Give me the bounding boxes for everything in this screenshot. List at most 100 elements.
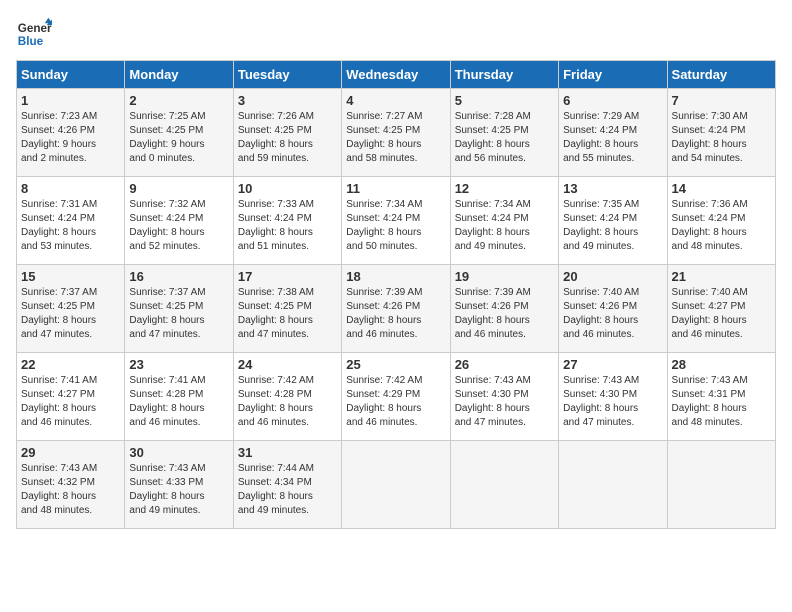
day-number: 3	[238, 93, 337, 108]
day-info: Sunrise: 7:44 AMSunset: 4:34 PMDaylight:…	[238, 462, 337, 518]
header-day-sunday: Sunday	[17, 61, 125, 89]
calendar-cell: 29 Sunrise: 7:43 AMSunset: 4:32 PMDayligh…	[17, 441, 125, 529]
day-info: Sunrise: 7:43 AMSunset: 4:30 PMDaylight:…	[455, 374, 554, 430]
header-day-wednesday: Wednesday	[342, 61, 450, 89]
day-info: Sunrise: 7:40 AMSunset: 4:27 PMDaylight:…	[672, 286, 771, 342]
header-day-friday: Friday	[559, 61, 667, 89]
calendar-cell: 10Sunrise: 7:33 AMSunset: 4:24 PMDayligh…	[233, 177, 341, 265]
day-info: Sunrise: 7:43 AMSunset: 4:32 PMDaylight:…	[21, 462, 120, 518]
day-info: Sunrise: 7:37 AMSunset: 4:25 PMDaylight:…	[129, 286, 228, 342]
calendar-cell: 14Sunrise: 7:36 AMSunset: 4:24 PMDayligh…	[667, 177, 775, 265]
day-number: 4	[346, 93, 445, 108]
calendar-cell: 30Sunrise: 7:43 AMSunset: 4:33 PMDayligh…	[125, 441, 233, 529]
calendar-cell: 4 Sunrise: 7:27 AMSunset: 4:25 PMDaylight…	[342, 89, 450, 177]
calendar-cell: 6 Sunrise: 7:29 AMSunset: 4:24 PMDaylight…	[559, 89, 667, 177]
day-info: Sunrise: 7:27 AMSunset: 4:25 PMDaylight:…	[346, 110, 445, 166]
calendar-header-row: SundayMondayTuesdayWednesdayThursdayFrid…	[17, 61, 776, 89]
calendar-cell: 12 Sunrise: 7:34 AMSunset: 4:24 PMDayligh…	[450, 177, 558, 265]
calendar-cell: 15 Sunrise: 7:37 AMSunset: 4:25 PMDayligh…	[17, 265, 125, 353]
calendar-cell: 27Sunrise: 7:43 AMSunset: 4:30 PMDayligh…	[559, 353, 667, 441]
day-number: 8	[21, 181, 120, 196]
day-info: Sunrise: 7:39 AMSunset: 4:26 PMDaylight:…	[455, 286, 554, 342]
day-info: Sunrise: 7:29 AMSunset: 4:24 PMDaylight:…	[563, 110, 662, 166]
calendar-cell: 3 Sunrise: 7:26 AMSunset: 4:25 PMDaylight…	[233, 89, 341, 177]
day-number: 5	[455, 93, 554, 108]
day-number: 29	[21, 445, 120, 460]
day-info: Sunrise: 7:36 AMSunset: 4:24 PMDaylight:…	[672, 198, 771, 254]
day-number: 25	[346, 357, 445, 372]
calendar-cell	[342, 441, 450, 529]
day-number: 10	[238, 181, 337, 196]
day-info: Sunrise: 7:31 AMSunset: 4:24 PMDaylight:…	[21, 198, 120, 254]
day-info: Sunrise: 7:34 AMSunset: 4:24 PMDaylight:…	[455, 198, 554, 254]
day-info: Sunrise: 7:41 AMSunset: 4:28 PMDaylight:…	[129, 374, 228, 430]
day-info: Sunrise: 7:42 AMSunset: 4:29 PMDaylight:…	[346, 374, 445, 430]
calendar-cell: 23 Sunrise: 7:41 AMSunset: 4:28 PMDayligh…	[125, 353, 233, 441]
day-number: 28	[672, 357, 771, 372]
day-number: 12	[455, 181, 554, 196]
day-number: 1	[21, 93, 120, 108]
day-number: 20	[563, 269, 662, 284]
day-info: Sunrise: 7:32 AMSunset: 4:24 PMDaylight:…	[129, 198, 228, 254]
day-number: 19	[455, 269, 554, 284]
day-number: 23	[129, 357, 228, 372]
day-number: 22	[21, 357, 120, 372]
day-number: 2	[129, 93, 228, 108]
day-info: Sunrise: 7:35 AMSunset: 4:24 PMDaylight:…	[563, 198, 662, 254]
header: General Blue	[16, 16, 776, 52]
calendar-cell: 16Sunrise: 7:37 AMSunset: 4:25 PMDayligh…	[125, 265, 233, 353]
day-number: 15	[21, 269, 120, 284]
calendar-cell: 25 Sunrise: 7:42 AMSunset: 4:29 PMDayligh…	[342, 353, 450, 441]
svg-text:Blue: Blue	[18, 35, 44, 48]
calendar-cell: 19 Sunrise: 7:39 AMSunset: 4:26 PMDayligh…	[450, 265, 558, 353]
calendar-cell: 24 Sunrise: 7:42 AMSunset: 4:28 PMDayligh…	[233, 353, 341, 441]
day-number: 7	[672, 93, 771, 108]
header-day-thursday: Thursday	[450, 61, 558, 89]
day-info: Sunrise: 7:43 AMSunset: 4:30 PMDaylight:…	[563, 374, 662, 430]
day-number: 31	[238, 445, 337, 460]
header-day-tuesday: Tuesday	[233, 61, 341, 89]
day-number: 24	[238, 357, 337, 372]
calendar-cell: 21 Sunrise: 7:40 AMSunset: 4:27 PMDayligh…	[667, 265, 775, 353]
day-info: Sunrise: 7:40 AMSunset: 4:26 PMDaylight:…	[563, 286, 662, 342]
calendar-week-row: 29 Sunrise: 7:43 AMSunset: 4:32 PMDayligh…	[17, 441, 776, 529]
calendar-cell	[450, 441, 558, 529]
calendar-week-row: 15 Sunrise: 7:37 AMSunset: 4:25 PMDayligh…	[17, 265, 776, 353]
day-info: Sunrise: 7:25 AMSunset: 4:25 PMDaylight:…	[129, 110, 228, 166]
day-number: 11	[346, 181, 445, 196]
calendar-cell: 2 Sunrise: 7:25 AMSunset: 4:25 PMDaylight…	[125, 89, 233, 177]
header-day-saturday: Saturday	[667, 61, 775, 89]
day-number: 18	[346, 269, 445, 284]
calendar-week-row: 8 Sunrise: 7:31 AMSunset: 4:24 PMDaylight…	[17, 177, 776, 265]
day-info: Sunrise: 7:43 AMSunset: 4:33 PMDaylight:…	[129, 462, 228, 518]
day-number: 9	[129, 181, 228, 196]
calendar-cell: 26 Sunrise: 7:43 AMSunset: 4:30 PMDayligh…	[450, 353, 558, 441]
day-number: 13	[563, 181, 662, 196]
calendar-cell: 22 Sunrise: 7:41 AMSunset: 4:27 PMDayligh…	[17, 353, 125, 441]
calendar-cell: 13 Sunrise: 7:35 AMSunset: 4:24 PMDayligh…	[559, 177, 667, 265]
day-info: Sunrise: 7:34 AMSunset: 4:24 PMDaylight:…	[346, 198, 445, 254]
day-info: Sunrise: 7:37 AMSunset: 4:25 PMDaylight:…	[21, 286, 120, 342]
calendar-table: SundayMondayTuesdayWednesdayThursdayFrid…	[16, 60, 776, 529]
calendar-cell: 28 Sunrise: 7:43 AMSunset: 4:31 PMDayligh…	[667, 353, 775, 441]
svg-text:General: General	[18, 22, 52, 35]
day-number: 6	[563, 93, 662, 108]
calendar-cell: 17Sunrise: 7:38 AMSunset: 4:25 PMDayligh…	[233, 265, 341, 353]
calendar-cell: 18 Sunrise: 7:39 AMSunset: 4:26 PMDayligh…	[342, 265, 450, 353]
day-info: Sunrise: 7:43 AMSunset: 4:31 PMDaylight:…	[672, 374, 771, 430]
day-info: Sunrise: 7:26 AMSunset: 4:25 PMDaylight:…	[238, 110, 337, 166]
day-info: Sunrise: 7:41 AMSunset: 4:27 PMDaylight:…	[21, 374, 120, 430]
day-info: Sunrise: 7:30 AMSunset: 4:24 PMDaylight:…	[672, 110, 771, 166]
calendar-cell: 31 Sunrise: 7:44 AMSunset: 4:34 PMDayligh…	[233, 441, 341, 529]
calendar-cell: 9 Sunrise: 7:32 AMSunset: 4:24 PMDaylight…	[125, 177, 233, 265]
day-info: Sunrise: 7:39 AMSunset: 4:26 PMDaylight:…	[346, 286, 445, 342]
calendar-cell: 7 Sunrise: 7:30 AMSunset: 4:24 PMDaylight…	[667, 89, 775, 177]
calendar-cell	[559, 441, 667, 529]
day-number: 21	[672, 269, 771, 284]
calendar-week-row: 22 Sunrise: 7:41 AMSunset: 4:27 PMDayligh…	[17, 353, 776, 441]
day-info: Sunrise: 7:42 AMSunset: 4:28 PMDaylight:…	[238, 374, 337, 430]
day-number: 26	[455, 357, 554, 372]
day-info: Sunrise: 7:23 AMSunset: 4:26 PMDaylight:…	[21, 110, 120, 166]
day-number: 17	[238, 269, 337, 284]
calendar-cell: 1 Sunrise: 7:23 AMSunset: 4:26 PMDaylight…	[17, 89, 125, 177]
